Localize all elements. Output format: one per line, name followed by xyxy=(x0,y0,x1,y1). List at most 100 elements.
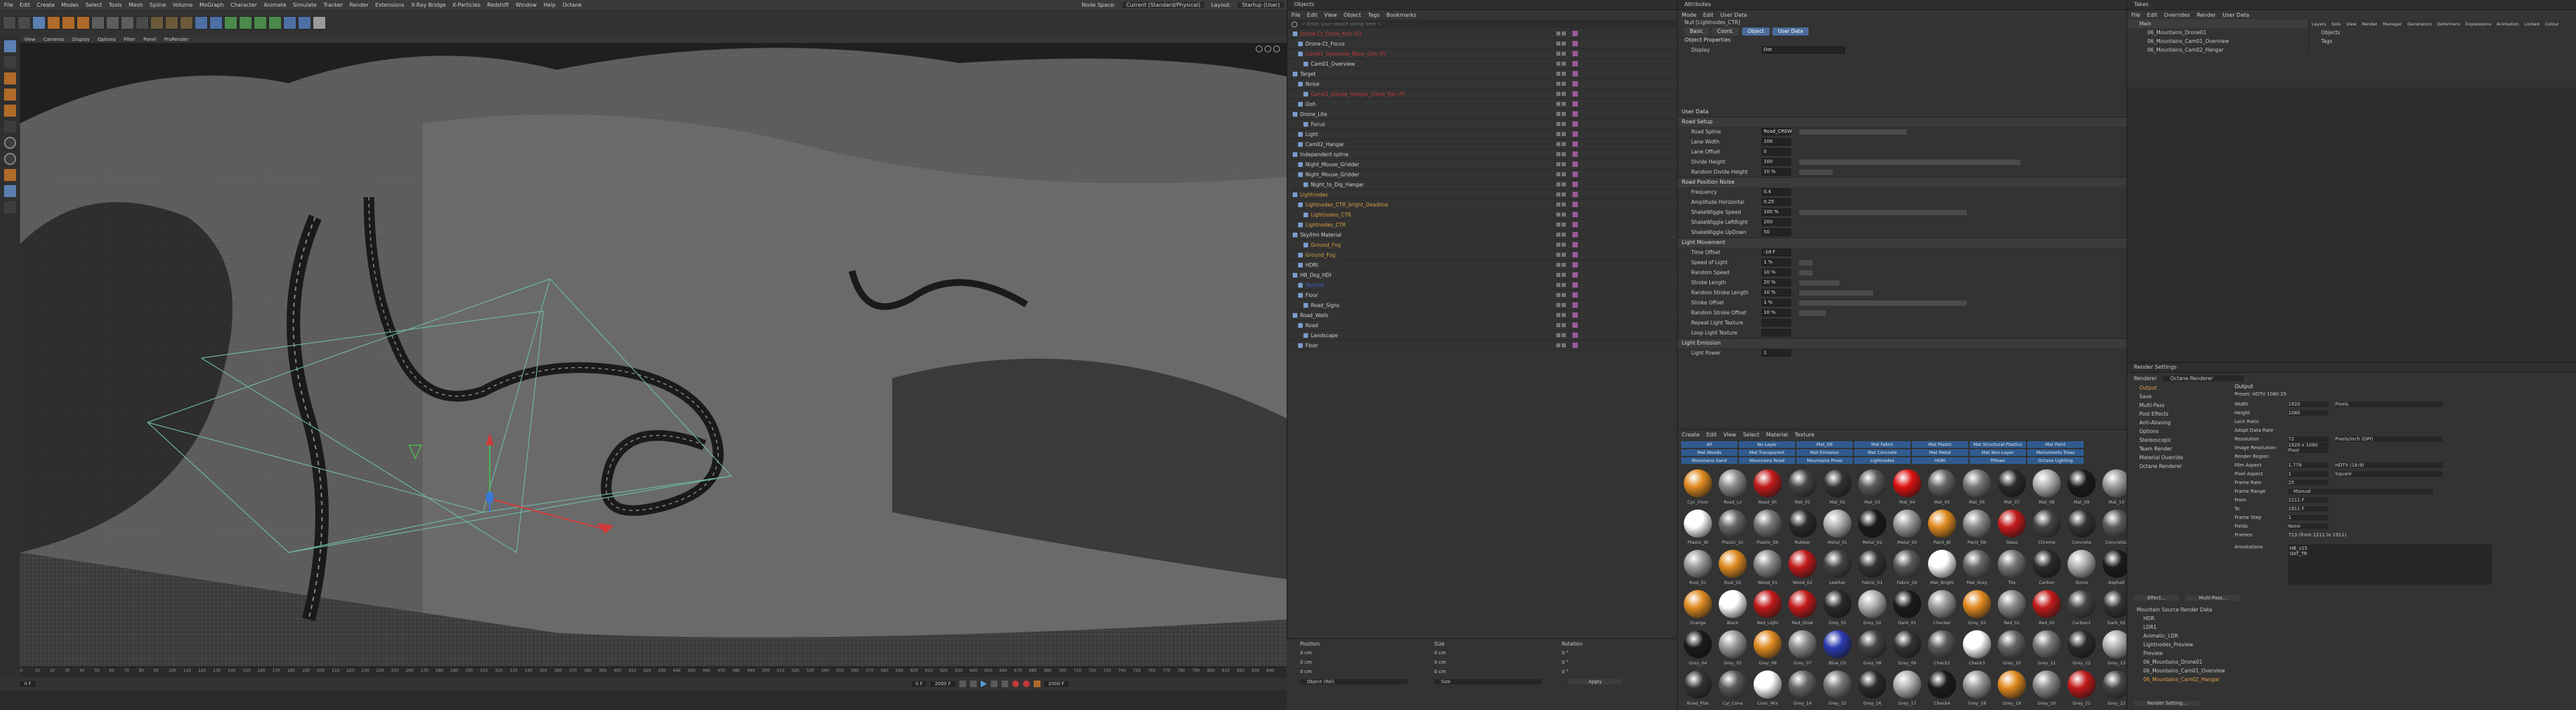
material-swatch[interactable]: Grey_18 xyxy=(1960,668,1994,709)
material-layer-button[interactable]: Mat Non-Layer xyxy=(1970,449,2026,456)
mm-menu-material[interactable]: Material xyxy=(1766,432,1788,438)
attribute-value[interactable] xyxy=(1762,319,1791,327)
coord-x-size[interactable]: 0 cm xyxy=(1434,650,1562,656)
visibility-toggle-icon[interactable] xyxy=(1556,62,1560,66)
material-swatch[interactable]: Red_Glow xyxy=(1785,588,1820,628)
material-swatch[interactable]: Dark_01 xyxy=(1890,588,1925,628)
material-swatch[interactable]: Plastic_Gr xyxy=(1715,508,1750,548)
tag-icon[interactable] xyxy=(1572,232,1578,237)
visibility-toggle-icon[interactable] xyxy=(1556,283,1560,287)
material-swatch[interactable]: Fabric_02 xyxy=(1890,548,1925,588)
material-swatch[interactable]: Grey_17 xyxy=(1890,668,1925,709)
attribute-value[interactable]: 0.4 xyxy=(1762,188,1791,196)
render-field-value[interactable]: 72 xyxy=(2288,436,2328,442)
viewport-menu-filter[interactable]: Filter xyxy=(124,37,136,42)
visibility-toggle-icon[interactable] xyxy=(1556,102,1560,106)
menu-item-octane[interactable]: Octane xyxy=(562,2,582,8)
take-main[interactable]: Main xyxy=(2127,19,2308,28)
render-toggle-icon[interactable] xyxy=(1562,283,1566,287)
material-swatch[interactable]: Glass xyxy=(1994,508,2029,548)
menu-item-window[interactable]: Window xyxy=(516,2,537,8)
object-tree-item[interactable]: Cam01_Overview_Bbox_Ooh (P) xyxy=(1287,49,1678,59)
material-swatch[interactable]: Mat_08 xyxy=(2029,467,2064,508)
model-mode-icon[interactable] xyxy=(4,40,16,52)
attribute-value[interactable]: Road_CREW xyxy=(1762,128,1792,135)
object-tree-item[interactable]: Drone-Ct_Clone_Anit (G) xyxy=(1287,29,1678,39)
mm-menu-select[interactable]: Select xyxy=(1743,432,1760,438)
timeline[interactable]: 0 10 20 30 40 50 60 70 80 90 100 110 120 130 140 150 160… xyxy=(20,666,1287,678)
visibility-toggle-icon[interactable] xyxy=(1556,92,1560,96)
visibility-toggle-icon[interactable] xyxy=(1556,52,1560,56)
material-swatch[interactable]: Paint_Dk xyxy=(1960,508,1994,548)
material-swatch[interactable]: Red_01 xyxy=(1994,588,2029,628)
attribute-value[interactable]: 200 xyxy=(1762,219,1791,226)
material-swatch[interactable]: Grey_10 xyxy=(1994,628,2029,668)
coord-mode-select[interactable]: Object (Rel) xyxy=(1300,679,1407,685)
annotations-field[interactable]: HB_v15 OAT_TR xyxy=(2288,544,2492,585)
render-setting-item[interactable]: LDR1 xyxy=(2134,623,2235,632)
soft-selection-icon[interactable] xyxy=(4,153,16,165)
tag-icon[interactable] xyxy=(1572,252,1578,257)
size-mode-select[interactable]: Size xyxy=(1434,679,1542,685)
render-field-unit[interactable]: Pixels xyxy=(2335,401,2443,407)
visibility-toggle-icon[interactable] xyxy=(1556,72,1560,76)
render-toggle-icon[interactable] xyxy=(1562,52,1566,56)
render-setting-item[interactable]: Mountain Source Render Data xyxy=(2134,605,2235,614)
material-swatch[interactable]: Metal_02 xyxy=(1855,508,1890,548)
material-swatch[interactable]: Fabric_01 xyxy=(1855,548,1890,588)
menu-item-file[interactable]: File xyxy=(4,2,13,8)
tag-icon[interactable] xyxy=(1572,81,1578,86)
render-toggle-icon[interactable] xyxy=(1562,223,1566,227)
render-field-unit[interactable]: Square xyxy=(2335,471,2443,477)
visibility-toggle-icon[interactable] xyxy=(1556,82,1560,86)
viewport-menu-prorender[interactable]: ProRender xyxy=(164,37,189,42)
material-layer-button[interactable]: Mat_DE xyxy=(1796,441,1853,448)
record-icon[interactable] xyxy=(1012,681,1019,687)
material-swatch[interactable]: Grey_07 xyxy=(1785,628,1820,668)
object-tree-item[interactable]: Night_Mouse_Gridder xyxy=(1287,170,1678,180)
render-field-value[interactable]: 1920 xyxy=(2288,401,2328,407)
viewport-nav-icons[interactable] xyxy=(1256,46,1283,52)
visibility-toggle-icon[interactable] xyxy=(1556,142,1560,146)
material-layer-button[interactable]: HDRI xyxy=(1912,457,1968,464)
material-layer-button[interactable]: Mat Emission xyxy=(1796,449,1853,456)
viewport-menu-display[interactable]: Display xyxy=(72,37,90,42)
object-tree-item[interactable]: Night_to_Dig_Hangar xyxy=(1287,180,1678,190)
object-tree-item[interactable]: Road_Walls xyxy=(1287,310,1678,320)
material-layer-button[interactable]: Octane Lighting xyxy=(2027,457,2084,464)
visibility-toggle-icon[interactable] xyxy=(1556,32,1560,36)
pan-icon[interactable] xyxy=(1256,46,1263,52)
visibility-toggle-icon[interactable] xyxy=(1556,172,1560,176)
material-layer-button[interactable]: Mat Fabric xyxy=(1854,441,1911,448)
visibility-toggle-icon[interactable] xyxy=(1556,343,1560,347)
render-field-unit[interactable]: HDTV (16:9) xyxy=(2335,462,2443,468)
material-layer-button[interactable]: Mat Transparent xyxy=(1739,449,1795,456)
render-toggle-icon[interactable] xyxy=(1562,293,1566,297)
render-toggle-icon[interactable] xyxy=(1562,42,1566,46)
tag-icon[interactable] xyxy=(1572,222,1578,227)
scale-tool-icon[interactable] xyxy=(62,16,75,29)
node-space-select[interactable]: Current (Standard/Physical) xyxy=(1122,1,1205,8)
material-swatch[interactable]: Road_Plas xyxy=(1680,668,1715,709)
cube-primitive-icon[interactable] xyxy=(195,16,208,29)
redo-icon[interactable] xyxy=(17,16,31,29)
object-tree-item[interactable]: Cam01_Daybe_Hangar_Clone_Pan (P) xyxy=(1287,89,1678,99)
render-toggle-icon[interactable] xyxy=(1562,142,1566,146)
render-toggle-icon[interactable] xyxy=(1562,313,1566,317)
group-light-movement[interactable]: Light Movement xyxy=(1678,237,2127,247)
frame-field-value[interactable]: 1211 F xyxy=(2288,497,2328,503)
material-swatch[interactable]: Carbon2 xyxy=(2064,588,2099,628)
tab-object[interactable]: Object xyxy=(1742,27,1770,36)
render-category-item[interactable]: Octane Renderer xyxy=(2127,462,2235,471)
tag-icon[interactable] xyxy=(1572,141,1578,147)
next-key-icon[interactable] xyxy=(990,681,998,687)
render-toggle-icon[interactable] xyxy=(1562,32,1566,36)
subdivision-icon[interactable] xyxy=(224,16,237,29)
material-swatch[interactable]: Rust_01 xyxy=(1680,548,1715,588)
render-setting-item[interactable]: Preview xyxy=(2134,649,2235,658)
tag-icon[interactable] xyxy=(1572,322,1578,328)
cloner-icon[interactable] xyxy=(239,16,252,29)
material-swatch[interactable]: Mat_Bright xyxy=(1925,548,1960,588)
tag-icon[interactable] xyxy=(1572,192,1578,197)
material-swatch[interactable]: Mat_03 xyxy=(1855,467,1890,508)
